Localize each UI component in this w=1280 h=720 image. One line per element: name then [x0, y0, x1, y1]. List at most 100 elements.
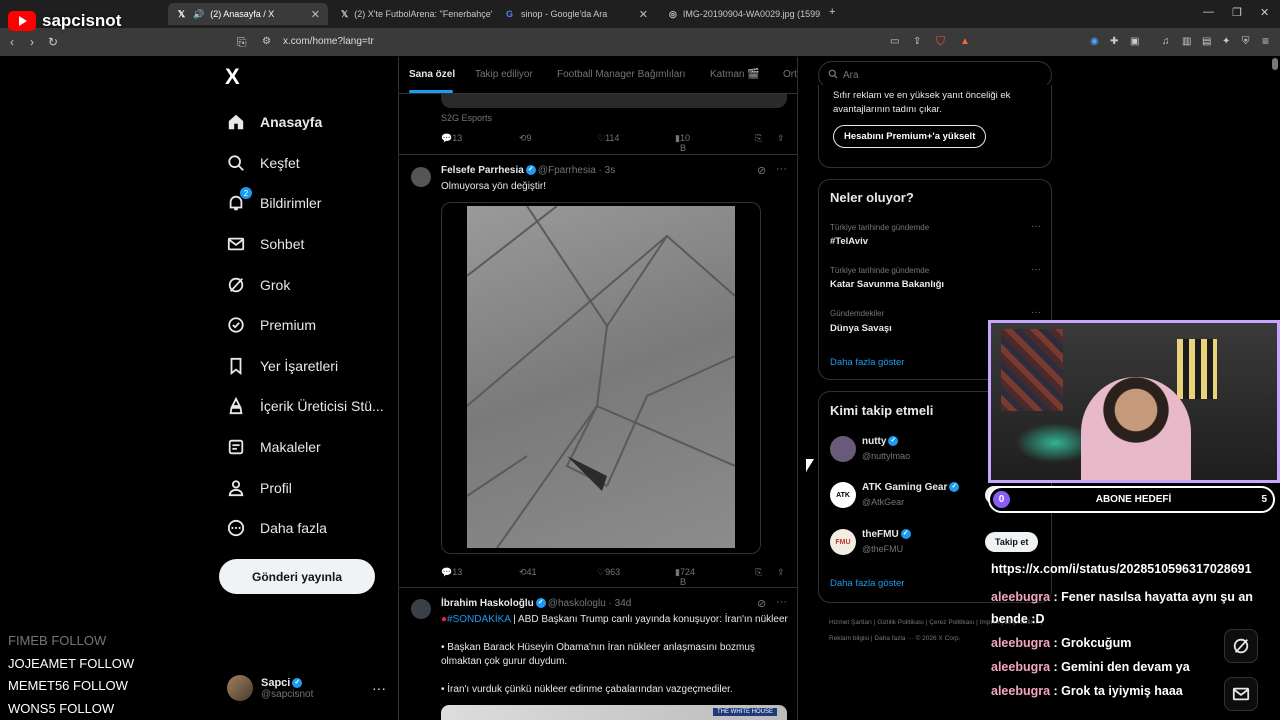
nav-item-premium[interactable]: Premium — [226, 305, 396, 346]
wallet-icon[interactable]: ▤ — [1202, 36, 1211, 48]
nav-item-home[interactable]: Anasayfa — [226, 102, 396, 143]
post-more-icon[interactable]: ··· — [776, 163, 787, 175]
show-more-accounts-link[interactable]: Daha fazla göster — [830, 578, 904, 589]
tab-following[interactable]: Takip ediliyor — [475, 69, 533, 80]
chat-message: https://x.com/i/status/20285105963170286… — [991, 558, 1256, 580]
nav-item-notifications[interactable]: 2 Bildirimler — [226, 183, 396, 224]
like-button[interactable]: ♡ 114 — [597, 133, 619, 144]
cast-icon[interactable]: ▭ — [890, 36, 899, 48]
brave-shield-icon[interactable]: ⛉ — [936, 35, 945, 47]
tab-ort[interactable]: Ort — [783, 69, 797, 80]
site-settings-icon[interactable]: ⚙ — [262, 36, 271, 48]
avatar[interactable] — [411, 599, 431, 619]
feed-tabs: Sana özel Takip ediliyor Football Manage… — [399, 57, 797, 94]
grok-icon[interactable]: ⊘ — [757, 164, 766, 177]
close-tab-icon[interactable]: ✕ — [639, 8, 648, 21]
browser-tab-futbolarena[interactable]: 𝕏 (2) X'te FutbolArena: "Fenerbahçe'nin … — [333, 3, 493, 25]
nav-item-chat[interactable]: Sohbet — [226, 224, 396, 265]
trend-more-icon[interactable]: ··· — [1031, 221, 1041, 232]
audio-icon[interactable]: ◉ — [1090, 36, 1099, 48]
mouse-cursor — [806, 459, 814, 472]
nav-item-more[interactable]: Daha fazla — [226, 508, 396, 549]
scrollbar[interactable] — [1272, 58, 1278, 70]
new-tab-icon[interactable]: + — [829, 6, 835, 18]
messages-floating-button[interactable] — [1224, 677, 1258, 711]
post-more-icon[interactable]: ··· — [776, 596, 787, 608]
grok-floating-button[interactable] — [1224, 629, 1258, 663]
vpn-icon[interactable]: ⛨ — [1242, 36, 1250, 48]
post-button[interactable]: Gönderi yayınla — [219, 559, 375, 594]
browser-tab-x-home[interactable]: 𝕏 🔊 (2) Anasayfa / X ✕ — [168, 3, 328, 25]
avatar[interactable] — [411, 167, 431, 187]
minimize-icon[interactable]: — — [1203, 6, 1214, 18]
paving-stones-image — [466, 205, 736, 549]
url-input[interactable]: x.com/home?lang=tr — [283, 36, 374, 47]
like-button[interactable]: ♡ 963 — [597, 567, 620, 578]
bookmark-page-icon[interactable]: ⎘ — [237, 36, 247, 48]
atk-logo-icon[interactable]: ATK — [830, 482, 856, 508]
post-media[interactable] — [441, 202, 761, 554]
trend-name[interactable]: Katar Savunma Bakanlığı — [830, 279, 944, 290]
upgrade-premium-button[interactable]: Hesabını Premium+'a yükselt — [833, 125, 987, 148]
trends-title: Neler oluyor? — [830, 190, 914, 205]
post-media[interactable]: THE WHITE HOUSE — [441, 705, 787, 720]
share-icon[interactable]: ⇪ — [777, 133, 785, 144]
nav-item-creator-studio[interactable]: İçerik Üreticisi Stü... — [226, 386, 396, 427]
downloads-icon[interactable]: ▣ — [1130, 36, 1139, 48]
repost-button[interactable]: ⟲ 9 — [519, 133, 532, 144]
nav-item-bookmarks[interactable]: Yer İşaretleri — [226, 346, 396, 387]
media-icon[interactable]: ♫ — [1162, 36, 1170, 48]
suggested-account-name[interactable]: theFMU ✓ — [862, 529, 913, 540]
trend-name[interactable]: #TelAviv — [830, 236, 868, 247]
tab-for-you[interactable]: Sana özel — [409, 69, 455, 80]
show-more-trends-link[interactable]: Daha fazla göster — [830, 357, 904, 368]
suggested-account-name[interactable]: ATK Gaming Gear ✓ — [862, 482, 961, 493]
divider — [399, 154, 797, 155]
browser-tab-google[interactable]: G sinop - Google'da Ara ✕ — [496, 3, 656, 25]
share-icon[interactable]: ⇪ — [777, 567, 785, 578]
close-window-icon[interactable]: ✕ — [1260, 6, 1269, 19]
reply-button[interactable]: 💬 13 — [441, 133, 462, 144]
close-tab-icon[interactable]: ✕ — [311, 8, 320, 21]
trend-name[interactable]: Dünya Savaşı — [830, 323, 892, 334]
trend-more-icon[interactable]: ··· — [1031, 307, 1041, 318]
share-icon[interactable]: ⇪ — [913, 36, 921, 48]
reply-button[interactable]: 💬 13 — [441, 567, 462, 578]
forward-icon[interactable]: › — [30, 36, 34, 48]
menu-icon[interactable]: ≡ — [1262, 35, 1269, 47]
x-logo[interactable]: X — [225, 64, 240, 90]
account-more-icon[interactable]: ··· — [372, 680, 386, 696]
leo-ai-icon[interactable]: ✦ — [1222, 36, 1230, 48]
nav-item-profile[interactable]: Profil — [226, 467, 396, 508]
tab-football-manager[interactable]: Football Manager Bağımlıları — [557, 69, 685, 80]
avatar[interactable] — [830, 436, 856, 462]
tab-katman[interactable]: Katman 🎬 — [710, 69, 760, 80]
bookmark-icon[interactable]: ⎘ — [755, 567, 762, 578]
hashtag-link[interactable]: #SONDAKİKA — [447, 614, 510, 625]
browser-tab-image[interactable]: ◎ IMG-20190904-WA0029.jpg (1599×1 ✕ — [661, 3, 821, 25]
search-icon — [226, 153, 246, 173]
trend-more-icon[interactable]: ··· — [1031, 264, 1041, 275]
premium-icon — [226, 315, 246, 335]
views-button[interactable]: ▮ 10 B — [675, 133, 690, 153]
repost-button[interactable]: ⟲ 41 — [519, 567, 537, 578]
views-button[interactable]: ▮ 724 B — [675, 567, 695, 587]
maximize-icon[interactable]: ❐ — [1232, 6, 1242, 19]
bookmark-icon[interactable]: ⎘ — [755, 133, 762, 144]
suggested-account-name[interactable]: nutty ✓ — [862, 436, 900, 447]
back-icon[interactable]: ‹ — [10, 36, 14, 48]
account-switcher[interactable]: Sapci ✓ @sapcisnot — [227, 675, 313, 701]
previous-post-media[interactable] — [441, 94, 787, 108]
nav-item-articles[interactable]: Makaleler — [226, 427, 396, 468]
fmu-logo-icon[interactable]: FMU — [830, 529, 856, 555]
grok-icon[interactable]: ⊘ — [757, 597, 766, 610]
post-author[interactable]: Felsefe Parrhesia ✓ @Fparrhesia · 3s — [441, 165, 615, 176]
brave-rewards-icon[interactable]: ▲ — [960, 36, 970, 48]
nav-item-explore[interactable]: Keşfet — [226, 143, 396, 184]
sidebar-icon[interactable]: ▥ — [1182, 36, 1191, 48]
nav-item-grok[interactable]: Grok — [226, 264, 396, 305]
reload-icon[interactable]: ↻ — [48, 36, 58, 48]
chat-username: aleebugra — [991, 660, 1051, 674]
post-author[interactable]: İbrahim Haskoloğlu ✓ @haskologlu · 34d — [441, 598, 631, 609]
extensions-icon[interactable]: ✚ — [1110, 36, 1118, 48]
